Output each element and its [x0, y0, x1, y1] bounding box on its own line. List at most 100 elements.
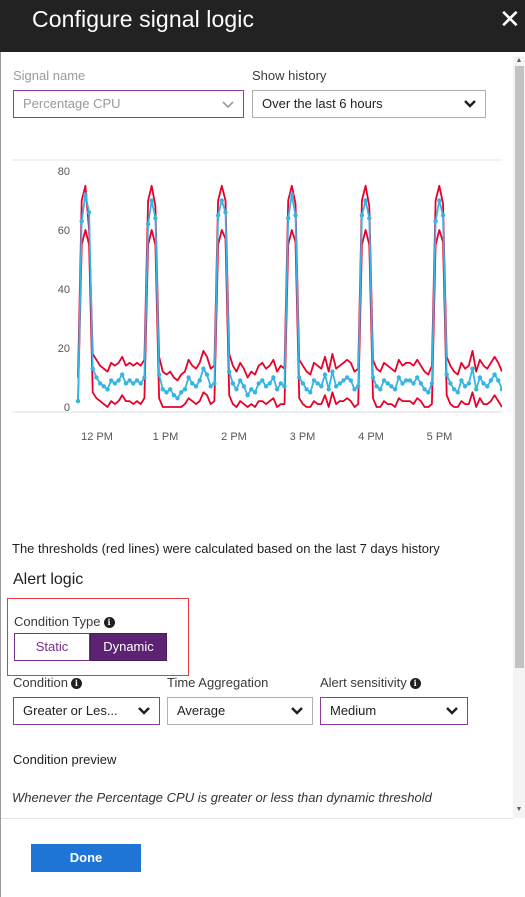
show-history-select[interactable]: Over the last 6 hours — [252, 90, 486, 118]
metric-point — [212, 381, 217, 386]
scrollbar-thumb[interactable] — [515, 66, 524, 668]
info-icon[interactable]: i — [409, 678, 421, 689]
metric-point — [315, 381, 320, 386]
metric-point — [179, 390, 184, 395]
metric-point — [344, 375, 350, 380]
metric-point — [474, 387, 479, 392]
metric-point — [326, 387, 331, 392]
signal-chart: 80 60 40 20 0 12 PM 1 PM 2 PM 3 PM 4 PM 5 PM — [12, 159, 502, 443]
footer-divider — [1, 818, 513, 819]
metric-point — [485, 384, 490, 389]
x-tick-label: 2 PM — [221, 431, 247, 443]
metric-point — [378, 387, 383, 392]
metric-point — [400, 381, 405, 386]
metric-point — [466, 381, 471, 386]
metric-point — [164, 390, 169, 395]
metric-point — [234, 387, 239, 392]
metric-point — [83, 192, 88, 197]
signal-name-label: Signal name — [13, 68, 86, 83]
signal-name-select: Percentage CPU — [13, 90, 244, 118]
info-icon[interactable]: i — [70, 678, 82, 689]
metric-point — [197, 378, 202, 383]
metric-point — [97, 381, 103, 386]
metric-point — [311, 378, 317, 383]
alert-sensitivity-text: Alert sensitivity — [320, 675, 407, 690]
done-button[interactable]: Done — [31, 844, 141, 872]
metric-point — [105, 387, 110, 392]
metric-point — [429, 381, 435, 386]
metric-point — [426, 390, 431, 395]
metric-point — [341, 378, 346, 383]
alert-logic-heading: Alert logic — [13, 571, 84, 588]
metric-point — [274, 387, 280, 392]
blade-left-border — [0, 52, 1, 897]
metric-point — [459, 378, 464, 383]
metric-line — [77, 193, 502, 402]
metric-point — [496, 378, 501, 383]
time-aggregation-label: Time Aggregation — [167, 675, 269, 690]
blade-header: Configure signal logic ✕ — [0, 0, 525, 52]
metric-point — [227, 369, 232, 374]
metric-point — [230, 381, 236, 386]
metric-point — [123, 381, 129, 386]
condition-select[interactable]: Greater or Les... — [13, 697, 160, 725]
metric-point — [415, 375, 420, 380]
metric-point — [219, 198, 224, 203]
metric-point — [193, 384, 199, 389]
metric-point — [201, 366, 206, 371]
alert-sensitivity-select[interactable]: Medium — [320, 697, 468, 725]
scroll-up-arrow-icon[interactable]: ▲ — [514, 56, 524, 66]
metric-point — [407, 378, 412, 383]
metric-point — [319, 384, 324, 389]
metric-point — [241, 384, 247, 389]
y-tick-label: 60 — [58, 225, 70, 237]
close-icon[interactable]: ✕ — [499, 4, 521, 35]
time-aggregation-select[interactable]: Average — [167, 697, 313, 725]
condition-value: Greater or Les... — [23, 703, 118, 718]
highlight-box — [7, 598, 189, 676]
metric-point — [263, 384, 269, 389]
metric-point — [109, 378, 114, 383]
metric-point — [286, 216, 291, 221]
metric-point — [282, 384, 287, 389]
metric-point — [134, 378, 140, 383]
metric-point — [252, 390, 258, 395]
metric-point — [271, 375, 276, 380]
metric-point — [304, 387, 309, 392]
metric-point — [156, 372, 162, 377]
blade-title: Configure signal logic — [32, 6, 255, 32]
metric-point — [145, 221, 151, 227]
condition-label: Condition i — [13, 675, 82, 690]
metric-point — [448, 381, 453, 386]
metric-point — [75, 398, 81, 404]
x-tick-label: 1 PM — [153, 431, 179, 443]
chevron-down-icon — [222, 101, 234, 109]
metric-point — [437, 198, 442, 203]
condition-text: Condition — [13, 675, 68, 690]
metric-point — [392, 387, 398, 392]
chevron-down-icon — [138, 707, 150, 715]
metric-point — [131, 381, 136, 386]
condition-preview-label: Condition preview — [13, 752, 117, 767]
metric-point — [260, 378, 265, 383]
metric-point — [90, 366, 95, 371]
metric-point — [374, 384, 379, 389]
metric-point — [267, 381, 272, 386]
metric-point — [204, 372, 210, 377]
metric-point — [138, 381, 143, 386]
metric-point — [477, 375, 483, 380]
metric-point — [433, 219, 438, 224]
metric-point — [418, 381, 424, 386]
scroll-down-arrow-icon[interactable]: ▼ — [514, 805, 524, 815]
metric-point — [208, 384, 213, 389]
metric-point — [190, 381, 195, 386]
chevron-down-icon — [291, 707, 303, 715]
metric-point — [245, 393, 250, 398]
time-aggregation-value: Average — [177, 703, 226, 718]
metric-point — [94, 375, 99, 380]
metric-point — [492, 372, 497, 377]
y-tick-label: 40 — [58, 284, 70, 296]
metric-point — [422, 387, 427, 392]
metric-point — [120, 372, 125, 377]
x-tick-label: 12 PM — [81, 431, 113, 443]
